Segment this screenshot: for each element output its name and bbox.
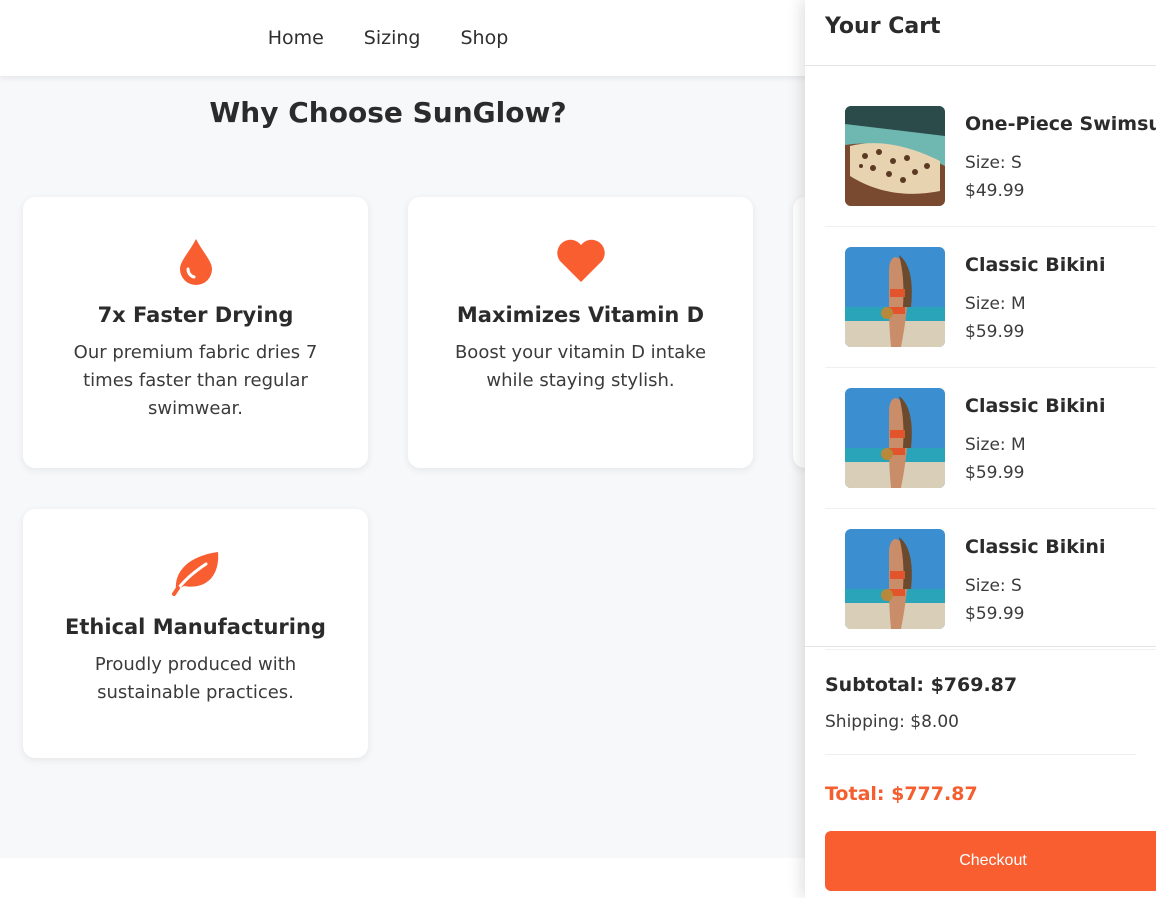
nav-link-sizing[interactable]: Sizing — [364, 27, 421, 49]
main-nav: Home Sizing Shop — [0, 0, 776, 76]
cart-item-price: $49.99 — [965, 181, 1025, 201]
water-drop-icon — [23, 237, 368, 285]
cart-item-price: $59.99 — [965, 463, 1025, 483]
nav-link-home[interactable]: Home — [268, 27, 324, 49]
cart-item-price: $59.99 — [965, 322, 1025, 342]
product-image — [845, 529, 945, 629]
cart-item[interactable]: Classic Bikini Size: S $59.99 — [825, 509, 1156, 650]
cart-subtotal: Subtotal: $769.87 — [825, 674, 1018, 696]
cart-item-name: Classic Bikini — [965, 536, 1106, 558]
leaf-icon — [23, 549, 368, 597]
cart-item[interactable]: Classic Bikini Size: M $59.99 — [825, 227, 1156, 368]
heart-icon — [408, 237, 753, 285]
cart-item-size: Size: M — [965, 435, 1026, 455]
nav-link-shop[interactable]: Shop — [461, 27, 509, 49]
cart-summary: Subtotal: $769.87 Shipping: $8.00 Total:… — [805, 646, 1156, 805]
feature-card-fast-drying: 7x Faster Drying Our premium fabric drie… — [23, 197, 368, 468]
cart-item-size: Size: S — [965, 153, 1022, 173]
feature-card-vitamin-d: Maximizes Vitamin D Boost your vitamin D… — [408, 197, 753, 468]
cart-title: Your Cart — [805, 0, 1156, 66]
cart-item-size: Size: S — [965, 576, 1022, 596]
feature-title: Ethical Manufacturing — [65, 615, 326, 639]
cart-item-size: Size: M — [965, 294, 1026, 314]
cart-drawer: Your Cart One-Piece Swimsuit Size: S $49… — [805, 0, 1156, 898]
feature-description: Proudly produced with sustainable practi… — [94, 654, 297, 703]
cart-item-name: Classic Bikini — [965, 254, 1106, 276]
cart-total: Total: $777.87 — [825, 783, 978, 805]
cart-item[interactable]: Classic Bikini Size: M $59.99 — [825, 368, 1156, 509]
product-image — [845, 106, 945, 206]
feature-description: Boost your vitamin D intake while stayin… — [454, 342, 707, 391]
cart-item[interactable]: One-Piece Swimsuit Size: S $49.99 — [825, 86, 1156, 227]
cart-shipping: Shipping: $8.00 — [825, 712, 1136, 755]
feature-title: 7x Faster Drying — [97, 303, 294, 327]
feature-card-ethical: Ethical Manufacturing Proudly produced w… — [23, 509, 368, 758]
cart-item-price: $59.99 — [965, 604, 1025, 624]
product-image — [845, 388, 945, 488]
product-image — [845, 247, 945, 347]
feature-description: Our premium fabric dries 7 times faster … — [73, 342, 318, 419]
checkout-button[interactable]: Checkout — [825, 831, 1156, 891]
cart-item-name: One-Piece Swimsuit — [965, 113, 1156, 135]
cart-item-list: One-Piece Swimsuit Size: S $49.99 Classi… — [825, 86, 1156, 650]
section-title: Why Choose SunGlow? — [209, 96, 567, 129]
cart-item-name: Classic Bikini — [965, 395, 1106, 417]
feature-title: Maximizes Vitamin D — [456, 303, 705, 327]
